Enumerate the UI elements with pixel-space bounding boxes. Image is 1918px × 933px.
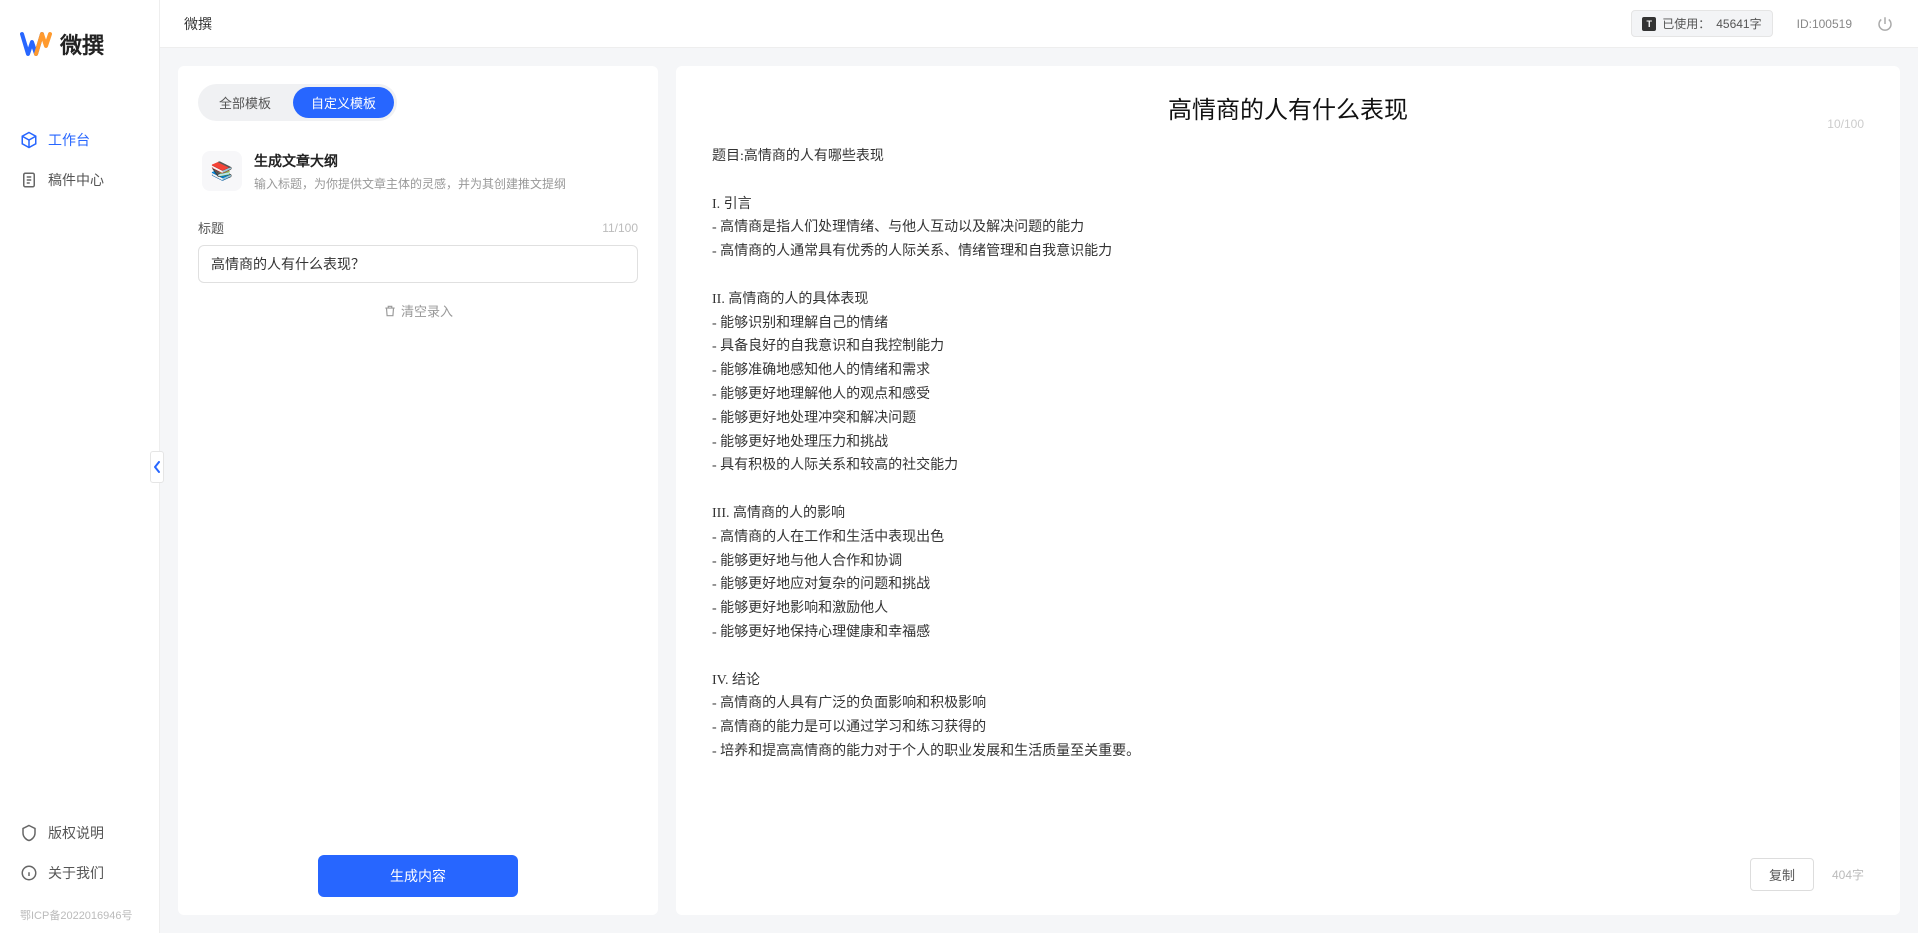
- document-footer: 复制 404字: [712, 842, 1864, 891]
- logo-icon: [20, 28, 52, 60]
- template-title: 生成文章大纲: [254, 151, 566, 171]
- sidebar-collapse-handle[interactable]: [150, 451, 164, 483]
- main: 微撰 T 已使用： 45641字 ID:100519 全部模板 自定义模板: [160, 0, 1918, 933]
- nav-label: 版权说明: [48, 823, 104, 843]
- body-word-count: 404字: [1832, 866, 1864, 883]
- copy-button[interactable]: 复制: [1750, 858, 1814, 891]
- text-count-icon: T: [1642, 17, 1656, 31]
- sidebar: 微撰 工作台 稿件中心 版权说明: [0, 0, 160, 933]
- document-body[interactable]: 题目:高情商的人有哪些表现 I. 引言 - 高情商是指人们处理情绪、与他人互动以…: [712, 145, 1864, 842]
- nav-label: 稿件中心: [48, 170, 104, 190]
- logo-text: 微撰: [60, 28, 104, 60]
- template-desc: 输入标题，为你提供文章主体的灵感，并为其创建推文提纲: [254, 175, 566, 192]
- right-panel: 高情商的人有什么表现 10/100 题目:高情商的人有哪些表现 I. 引言 - …: [676, 66, 1900, 915]
- top-header: 微撰 T 已使用： 45641字 ID:100519: [160, 0, 1918, 48]
- generate-button[interactable]: 生成内容: [318, 855, 518, 897]
- template-tabs: 全部模板 自定义模板: [198, 84, 397, 121]
- title-char-count: 10/100: [1827, 117, 1864, 131]
- main-nav: 工作台 稿件中心: [0, 80, 159, 813]
- nav-copyright[interactable]: 版权说明: [0, 813, 159, 853]
- user-id: ID:100519: [1797, 17, 1852, 31]
- nav-workspace[interactable]: 工作台: [0, 120, 159, 160]
- usage-prefix: 已使用：: [1662, 15, 1710, 32]
- document-title[interactable]: 高情商的人有什么表现: [712, 90, 1864, 125]
- cube-icon: [20, 131, 38, 149]
- input-label: 标题: [198, 218, 224, 237]
- trash-icon: [383, 304, 397, 318]
- left-panel: 全部模板 自定义模板 📚 生成文章大纲 输入标题，为你提供文章主体的灵感，并为其…: [178, 66, 658, 915]
- bottom-nav: 版权说明 关于我们: [0, 813, 159, 901]
- books-icon: 📚: [202, 151, 242, 191]
- clear-input-link[interactable]: 清空录入: [198, 301, 638, 320]
- document-icon: [20, 171, 38, 189]
- nav-label: 工作台: [48, 130, 90, 150]
- info-icon: [20, 864, 38, 882]
- logo[interactable]: 微撰: [0, 0, 159, 80]
- header-title: 微撰: [184, 14, 212, 34]
- content: 全部模板 自定义模板 📚 生成文章大纲 输入标题，为你提供文章主体的灵感，并为其…: [160, 48, 1918, 933]
- title-input[interactable]: [198, 245, 638, 283]
- input-char-count: 11/100: [602, 221, 638, 235]
- nav-label: 关于我们: [48, 863, 104, 883]
- nav-drafts[interactable]: 稿件中心: [0, 160, 159, 200]
- template-card: 📚 生成文章大纲 输入标题，为你提供文章主体的灵感，并为其创建推文提纲: [198, 139, 638, 210]
- shield-icon: [20, 824, 38, 842]
- usage-badge[interactable]: T 已使用： 45641字: [1631, 10, 1772, 37]
- tab-all-templates[interactable]: 全部模板: [201, 87, 289, 118]
- icp-footer: 鄂ICP备2022016946号: [0, 901, 159, 933]
- nav-about[interactable]: 关于我们: [0, 853, 159, 893]
- tab-custom-templates[interactable]: 自定义模板: [293, 87, 394, 118]
- clear-label: 清空录入: [401, 301, 453, 320]
- usage-count: 45641字: [1716, 15, 1761, 32]
- power-icon[interactable]: [1876, 15, 1894, 33]
